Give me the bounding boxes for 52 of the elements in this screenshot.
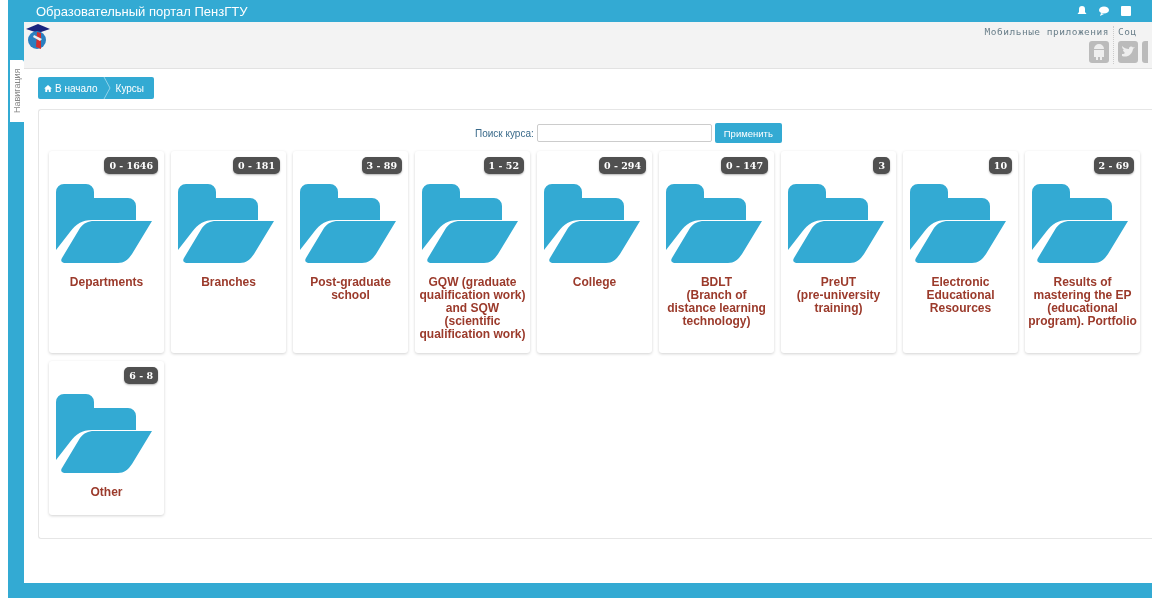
chevron-icon bbox=[102, 77, 111, 99]
category-card[interactable]: 6 - 8 Other bbox=[49, 361, 164, 515]
folder-icon bbox=[299, 184, 396, 264]
course-count: 0 - 181 bbox=[233, 157, 280, 174]
category-name[interactable]: BDLT (Branch of distance learning technology) bbox=[659, 276, 774, 328]
category-card[interactable]: 10 Electronic Educational Resources bbox=[903, 151, 1018, 353]
mobile-apps-label: Мобильные приложения bbox=[984, 26, 1109, 37]
folder-icon bbox=[909, 184, 1006, 264]
folder-icon bbox=[543, 184, 640, 264]
category-card[interactable]: 3 PreUT (pre-university training) bbox=[781, 151, 896, 353]
category-name[interactable]: GQW (graduate qualification work) and SQW (scientific qualification work) bbox=[415, 276, 530, 341]
category-name[interactable]: College bbox=[570, 276, 619, 289]
folder-icon bbox=[665, 184, 762, 264]
course-count: 10 bbox=[988, 157, 1012, 174]
category-card[interactable]: 0 - 294 College bbox=[537, 151, 652, 353]
course-count: 1 - 52 bbox=[483, 157, 524, 174]
search-field[interactable] bbox=[536, 124, 712, 142]
chat-icon[interactable] bbox=[1098, 5, 1110, 17]
folder-icon bbox=[1031, 184, 1128, 264]
category-name[interactable]: Departments bbox=[67, 276, 146, 289]
android-icon[interactable] bbox=[1089, 41, 1109, 63]
category-name[interactable]: Branches bbox=[199, 276, 258, 289]
course-count: 0 - 294 bbox=[599, 157, 646, 174]
course-count: 2 - 69 bbox=[1093, 157, 1134, 174]
category-card[interactable]: 0 - 147 BDLT (Branch of distance learning technology) bbox=[659, 151, 774, 353]
category-card[interactable]: 0 - 181 Branches bbox=[171, 151, 286, 353]
logo-icon[interactable] bbox=[25, 23, 51, 51]
category-name[interactable]: Post-graduate school bbox=[293, 276, 408, 302]
folder-icon bbox=[787, 184, 884, 264]
course-count: 3 bbox=[873, 157, 890, 174]
folder-icon bbox=[55, 184, 152, 264]
category-card[interactable]: 1 - 52 GQW (graduate qualification work) and SQW (scientific qualification work) bbox=[415, 151, 530, 353]
folder-icon bbox=[421, 184, 518, 264]
home-icon bbox=[44, 84, 52, 92]
folder-icon bbox=[177, 184, 274, 264]
course-count: 6 - 8 bbox=[124, 367, 158, 384]
twitter-icon[interactable] bbox=[1118, 41, 1138, 63]
course-count: 0 - 147 bbox=[721, 157, 768, 174]
category-card[interactable]: 0 - 1646 Departments bbox=[49, 151, 164, 353]
category-card[interactable]: 3 - 89 Post-graduate school bbox=[293, 151, 408, 353]
category-name[interactable]: Electronic Educational Resources bbox=[903, 276, 1018, 315]
course-count: 3 - 89 bbox=[361, 157, 402, 174]
bell-icon[interactable] bbox=[1076, 5, 1088, 17]
category-name[interactable]: PreUT (pre-university training) bbox=[781, 276, 896, 315]
navigation-tab[interactable]: Навигация bbox=[10, 60, 24, 122]
category-card[interactable]: 2 - 69 Results of mastering the EP (educational program). Portfolio bbox=[1025, 151, 1140, 353]
category-name[interactable]: Other bbox=[88, 486, 125, 499]
course-count: 0 - 1646 bbox=[104, 157, 158, 174]
search-label: Поиск курса: bbox=[475, 127, 534, 139]
social-label: Соц bbox=[1118, 26, 1137, 37]
category-name[interactable]: Results of mastering the EP (educational program). Portfolio bbox=[1025, 276, 1140, 328]
folder-icon bbox=[55, 394, 152, 474]
